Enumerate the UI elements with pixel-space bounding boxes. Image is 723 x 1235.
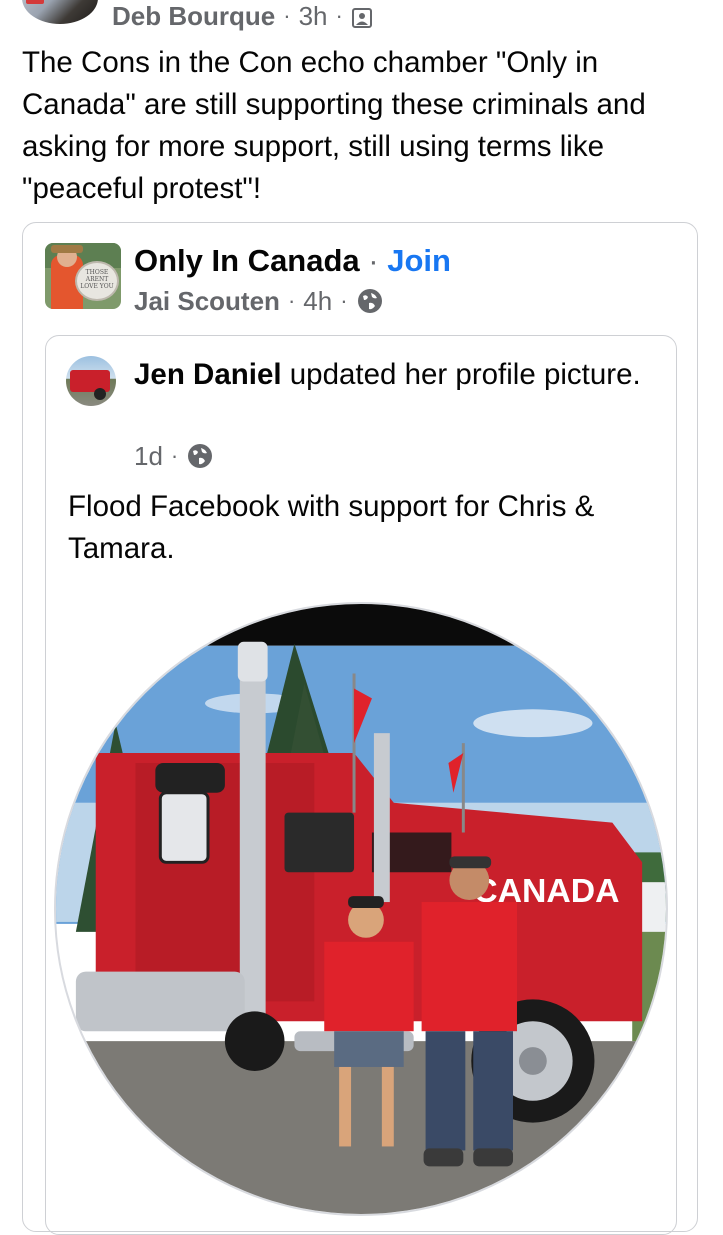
shared-time[interactable]: 4h xyxy=(303,286,332,317)
separator-dot: · xyxy=(335,3,343,28)
inner-post-body: Flood Facebook with support for Chris & … xyxy=(68,490,595,565)
separator-dot: · xyxy=(287,288,296,313)
globe-icon xyxy=(186,442,214,470)
inner-author-name[interactable]: Jen Daniel xyxy=(134,358,282,391)
inner-author-avatar[interactable] xyxy=(66,356,116,406)
group-title-line: Only In Canada · Join xyxy=(134,241,451,281)
separator-dot: · xyxy=(170,443,179,468)
separator-dot: · xyxy=(283,3,291,28)
post-meta: Deb Bourque · 3h · xyxy=(112,0,373,32)
avatar-sign: THOSE ARENT LOVE YOU xyxy=(75,261,119,301)
album-icon xyxy=(351,5,373,28)
post-text: The Cons in the Con echo chamber "Only i… xyxy=(22,46,646,205)
inner-time[interactable]: 1d xyxy=(134,441,163,472)
inner-meta: 1d · xyxy=(134,438,214,474)
shared-post-card[interactable]: THOSE ARENT LOVE YOU Only In Canada · Jo… xyxy=(22,222,698,1235)
poster-name[interactable]: Jai Scouten xyxy=(134,286,280,317)
author-name[interactable]: Deb Bourque xyxy=(112,1,275,32)
separator-dot: · xyxy=(368,243,379,278)
inner-post-card[interactable]: Jen Daniel updated her profile picture. … xyxy=(45,335,677,1235)
group-name[interactable]: Only In Canada xyxy=(134,243,360,278)
globe-icon xyxy=(356,287,384,315)
inner-action-text: updated her profile picture. xyxy=(281,358,641,391)
separator-dot: · xyxy=(340,288,348,313)
author-avatar[interactable] xyxy=(22,0,98,24)
group-avatar[interactable]: THOSE ARENT LOVE YOU xyxy=(45,243,121,309)
inner-post-headline: Jen Daniel updated her profile picture. xyxy=(134,354,654,396)
post-header: Deb Bourque · 3h · xyxy=(0,0,723,34)
post-time[interactable]: 3h xyxy=(299,1,328,32)
profile-picture-photo[interactable]: CANADA xyxy=(54,602,668,1216)
join-link[interactable]: Join xyxy=(387,243,451,278)
shared-meta: Jai Scouten · 4h · xyxy=(134,283,384,319)
